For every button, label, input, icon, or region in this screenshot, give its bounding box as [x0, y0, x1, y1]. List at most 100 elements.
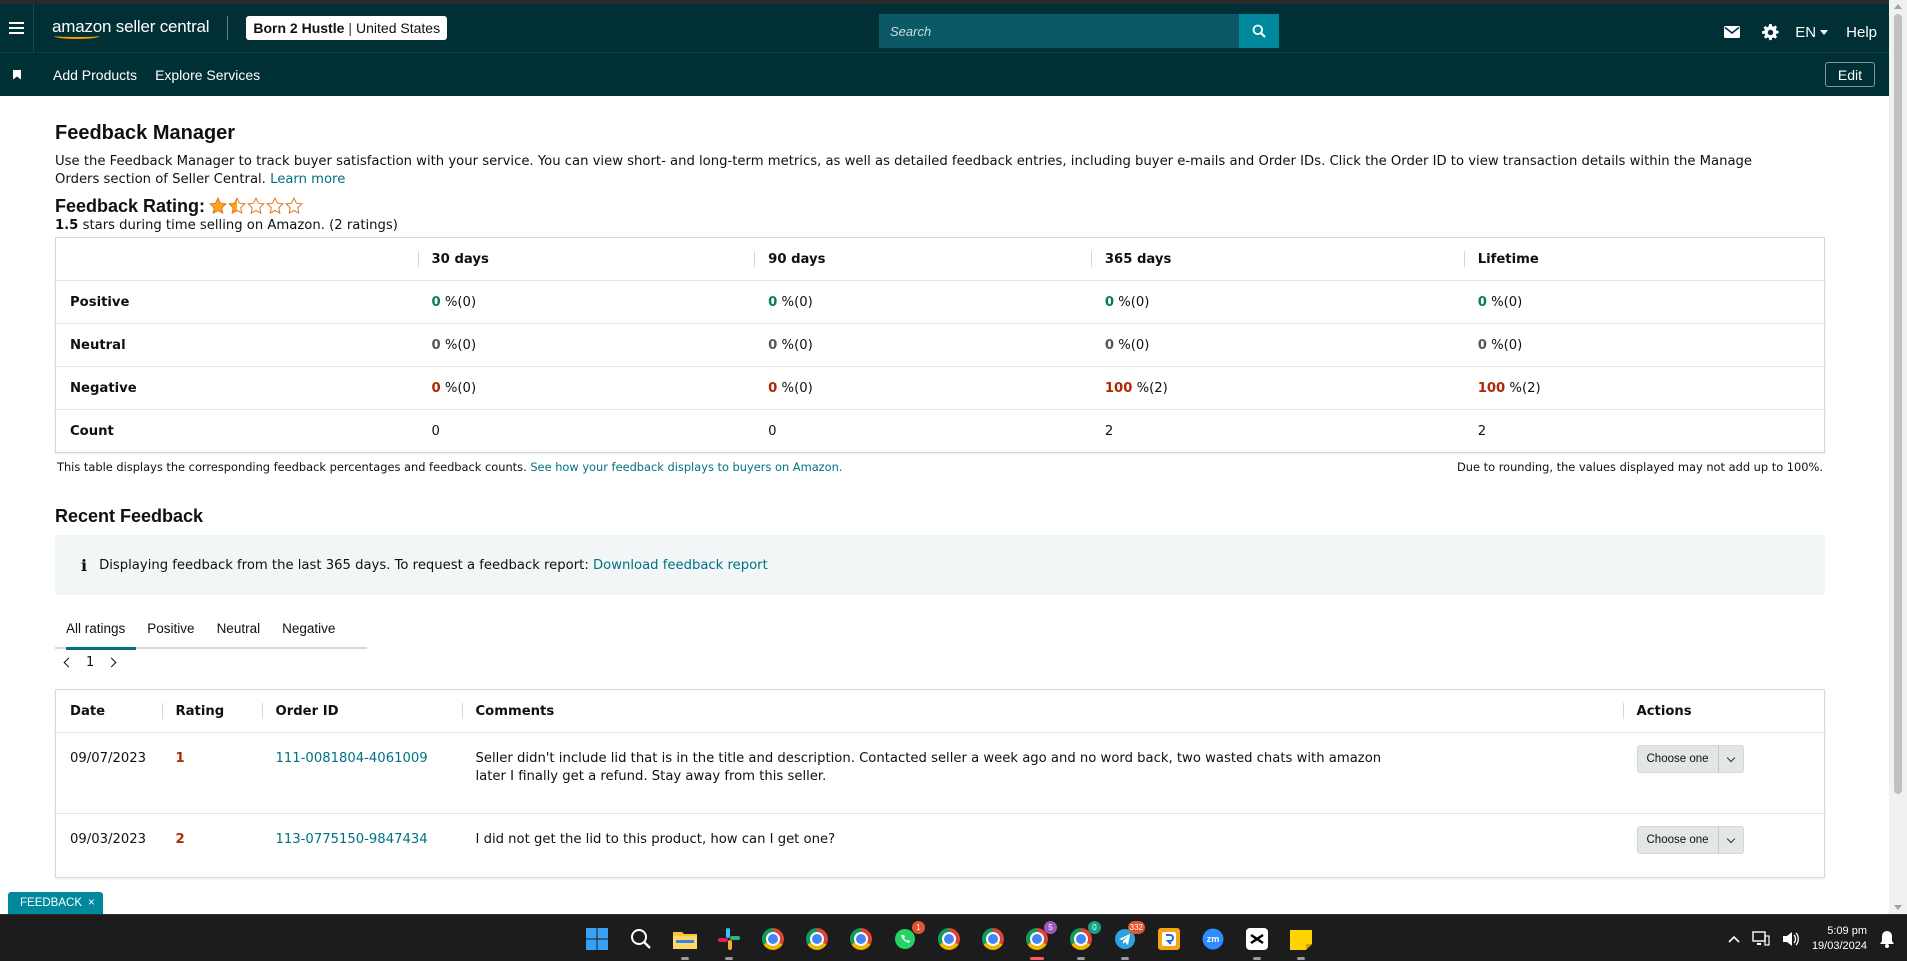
rating-filter-tabs: All ratings Positive Neutral Negative: [55, 608, 367, 650]
notification-badge: 5: [1044, 920, 1057, 934]
tab-positive[interactable]: Positive: [136, 608, 205, 648]
metric-value: 0: [1104, 294, 1115, 310]
chrome-icon[interactable]: 5: [1022, 920, 1057, 960]
order-id-link[interactable]: 111-0081804-4061009: [276, 751, 428, 766]
bookmark-icon[interactable]: [0, 69, 34, 80]
feedback-widget-label: FEEDBACK: [20, 897, 82, 909]
metric-value: 0: [1104, 337, 1115, 353]
action-dropdown[interactable]: Choose one: [1636, 826, 1744, 854]
metric-percent-count: %(0): [440, 337, 477, 353]
scroll-up-arrow[interactable]: [1894, 4, 1902, 9]
messages-button[interactable]: [1713, 26, 1751, 38]
col-comments: Comments: [461, 689, 1623, 733]
chrome-icon[interactable]: [978, 924, 1008, 954]
table-row: 09/03/2023 2 113-0775150-9847434 I did n…: [56, 814, 1825, 878]
search-input[interactable]: Search: [879, 14, 1239, 48]
tab-all-ratings[interactable]: All ratings: [55, 608, 137, 650]
chrome-icon[interactable]: [758, 924, 788, 954]
rounding-note: Due to rounding, the values displayed ma…: [1457, 460, 1823, 474]
metrics-cell: 0 %(0): [1090, 280, 1464, 324]
rating-score: 1.5: [55, 218, 79, 233]
chevron-right-icon[interactable]: [106, 657, 117, 668]
page-scrollbar[interactable]: [1889, 0, 1907, 914]
nav-explore-services[interactable]: Explore Services: [155, 67, 260, 83]
file-explorer-icon[interactable]: [670, 924, 700, 960]
order-id-link[interactable]: 113-0775150-9847434: [276, 832, 428, 847]
top-header: amazon seller central Born 2 Hustle | Un…: [0, 0, 1889, 52]
telegram-icon[interactable]: 332: [1110, 920, 1145, 960]
tab-negative[interactable]: Negative: [271, 608, 346, 648]
actions-cell: Choose one: [1622, 732, 1825, 814]
chrome-icon[interactable]: [802, 924, 832, 954]
settings-button[interactable]: [1751, 23, 1789, 41]
metrics-cell: 0 %(0): [417, 323, 755, 367]
whatsapp-icon[interactable]: 1: [890, 920, 925, 954]
chevron-up-icon[interactable]: [1728, 935, 1740, 943]
close-icon[interactable]: ×: [88, 897, 95, 909]
metric-value: 100: [1104, 380, 1133, 396]
chrome-icon[interactable]: [846, 924, 876, 954]
seller-central-logo[interactable]: amazon seller central: [52, 16, 210, 39]
logo-text: amazon seller central: [52, 16, 210, 36]
count-cell: 2: [1477, 423, 1487, 439]
active-indicator: [1030, 956, 1044, 960]
metric-value: 0: [768, 380, 778, 396]
metrics-cell: 0 %(0): [754, 366, 1091, 410]
notification-bell-icon[interactable]: [1879, 930, 1895, 948]
scroll-down-arrow[interactable]: [1894, 905, 1902, 910]
clock[interactable]: 5:09 pm 19/03/2024: [1812, 924, 1867, 954]
slack-icon[interactable]: [714, 924, 744, 960]
metric-percent-count: %(0): [777, 380, 813, 396]
chevron-down-icon[interactable]: [1719, 746, 1743, 772]
running-indicator: [725, 956, 733, 960]
feedback-comment: Seller didn't include lid that is in the…: [461, 732, 1623, 814]
language-selector[interactable]: EN: [1795, 24, 1829, 41]
star-empty-icon: [285, 197, 303, 215]
star-empty-icon: [247, 197, 265, 215]
col-order-id: Order ID: [261, 689, 462, 733]
help-link[interactable]: Help: [1846, 24, 1877, 41]
windows-taskbar: 1 5 0 332 zm 5:09 pm 19/03/2024: [0, 914, 1907, 961]
rating-summary: 1.5 stars during time selling on Amazon.…: [55, 218, 1825, 233]
feedback-header-row: Date Rating Order ID Comments Actions: [55, 689, 1825, 733]
sticky-notes-icon[interactable]: [1286, 924, 1316, 960]
search-button[interactable]: [1239, 14, 1279, 48]
metric-percent-count: %(0): [1486, 337, 1523, 353]
capcut-icon[interactable]: [1242, 924, 1272, 960]
scrollbar-thumb[interactable]: [1894, 14, 1902, 794]
metrics-cell: 100 %(2): [1463, 366, 1825, 410]
windows-start-icon[interactable]: [582, 924, 612, 954]
metric-value: 100: [1477, 380, 1506, 396]
feedback-metrics-table: 30 days 90 days 365 days Lifetime Positi…: [55, 237, 1825, 453]
nav-add-products[interactable]: Add Products: [53, 67, 137, 83]
chrome-icon[interactable]: 0: [1066, 920, 1101, 960]
metrics-cell: 0 %(0): [754, 323, 1091, 367]
chrome-icon[interactable]: [934, 924, 964, 954]
chevron-down-icon[interactable]: [1719, 827, 1743, 853]
chevron-left-icon[interactable]: [63, 657, 74, 668]
network-icon[interactable]: [1752, 930, 1770, 947]
metrics-cell: 0 %(0): [1090, 323, 1464, 367]
rd-app-icon[interactable]: [1154, 924, 1184, 954]
zoom-icon[interactable]: zm: [1198, 924, 1228, 954]
tab-neutral[interactable]: Neutral: [206, 608, 272, 648]
action-dropdown[interactable]: Choose one: [1636, 745, 1744, 773]
edit-bookmarks-button[interactable]: Edit: [1824, 62, 1875, 87]
metric-percent-count: %(2): [1132, 380, 1168, 396]
feedback-display-link[interactable]: See how your feedback displays to buyers…: [530, 460, 842, 474]
recent-feedback-title: Recent Feedback: [55, 506, 204, 526]
download-feedback-report-link[interactable]: Download feedback report: [593, 558, 768, 573]
metrics-col-lifetime: Lifetime: [1463, 237, 1825, 281]
running-indicator: [1253, 956, 1261, 960]
account-switcher[interactable]: Born 2 Hustle | United States: [246, 16, 448, 40]
menu-icon[interactable]: [0, 4, 34, 52]
gear-icon: [1761, 23, 1779, 40]
col-rating: Rating: [161, 689, 262, 733]
learn-more-link[interactable]: Learn more: [270, 172, 345, 187]
feedback-widget-tab[interactable]: FEEDBACK ×: [8, 892, 103, 914]
current-page[interactable]: 1: [86, 655, 94, 670]
svg-text:zm: zm: [1207, 934, 1220, 944]
search-icon: [1252, 24, 1266, 38]
search-icon[interactable]: [626, 924, 656, 954]
volume-icon[interactable]: [1782, 931, 1800, 947]
